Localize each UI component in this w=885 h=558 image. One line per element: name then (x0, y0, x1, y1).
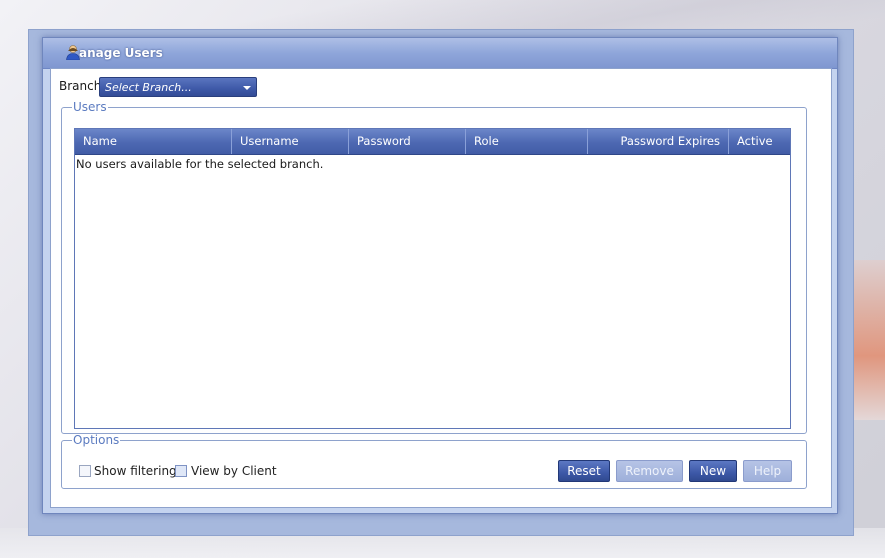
title-bar[interactable]: anage Users (43, 38, 837, 69)
users-group-legend: Users (73, 100, 107, 114)
column-header-name[interactable]: Name (75, 129, 232, 154)
window-content: Branch Select Branch... Users Name Usern… (50, 68, 832, 508)
window-title: anage Users (79, 46, 163, 60)
column-header-active[interactable]: Active (729, 129, 790, 154)
remove-button[interactable]: Remove (616, 460, 683, 482)
show-filtering-label[interactable]: Show filtering (94, 464, 177, 478)
branch-label: Branch (59, 79, 102, 93)
column-header-password[interactable]: Password (349, 129, 466, 154)
branch-dropdown[interactable]: Select Branch... (99, 77, 257, 97)
column-header-role[interactable]: Role (466, 129, 588, 154)
chevron-down-icon (243, 86, 251, 90)
options-group-legend: Options (73, 433, 120, 447)
show-filtering-checkbox[interactable] (79, 465, 91, 477)
users-group: Users Name Username Password Role Passwo… (61, 100, 807, 434)
branch-dropdown-value: Select Branch... (105, 81, 192, 94)
users-grid-header: Name Username Password Role Password Exp… (75, 129, 790, 155)
empty-grid-message: No users available for the selected bran… (76, 157, 324, 171)
help-button[interactable]: Help (743, 460, 792, 482)
view-by-client-label[interactable]: View by Client (191, 464, 277, 478)
column-header-username[interactable]: Username (232, 129, 349, 154)
view-by-client-checkbox[interactable] (175, 465, 187, 477)
options-group: Options Show filtering View by Client Re… (61, 433, 807, 489)
reset-button[interactable]: Reset (558, 460, 610, 482)
manage-users-window: anage Users Branch Select Branch... User… (42, 37, 838, 514)
column-header-password-expires[interactable]: Password Expires (588, 129, 729, 154)
users-grid[interactable]: Name Username Password Role Password Exp… (74, 128, 791, 429)
new-button[interactable]: New (689, 460, 737, 482)
